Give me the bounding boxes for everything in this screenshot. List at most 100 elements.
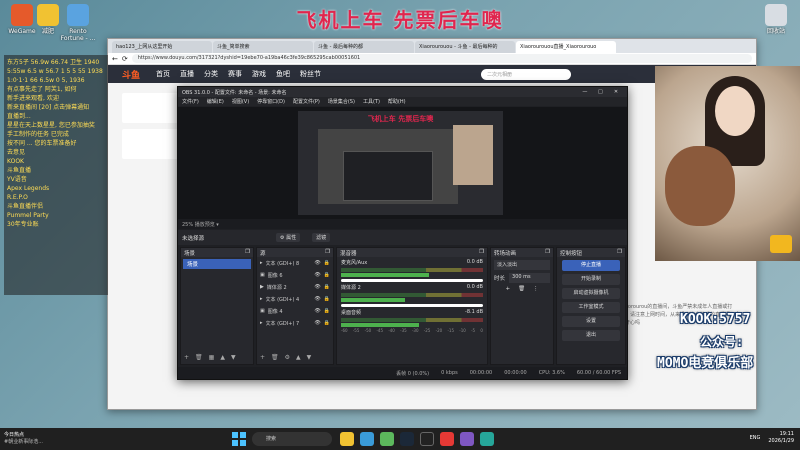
preview-obs: [343, 151, 433, 201]
close-button[interactable]: ✕: [609, 89, 623, 95]
virtual-camera-button[interactable]: 启动虚拟摄像机: [562, 288, 620, 299]
source-row[interactable]: ▸ 文本 (GDI+) 4 👁 🔒: [257, 293, 333, 305]
chat-overlay: 东方5子 56.9w 66.74 卫生 1940 5:55w 6.5 w 56.…: [4, 55, 108, 295]
chat-line: 斗鱼直播: [7, 167, 32, 174]
trash-icon[interactable]: 🗑: [271, 354, 279, 361]
source-row[interactable]: ▣ 图像 4 👁 🔒: [257, 305, 333, 317]
filter-icon[interactable]: ▦: [209, 354, 215, 361]
add-icon[interactable]: +: [184, 354, 189, 361]
nav-item[interactable]: 游戏: [252, 69, 266, 79]
menu-tools[interactable]: 工具(T): [363, 98, 380, 105]
dock-float-icon[interactable]: ❐: [617, 249, 622, 256]
settings-button[interactable]: 设置: [562, 316, 620, 327]
browser-tab-active[interactable]: Xiaorourouou直播_Xiaorourouo: [516, 41, 616, 53]
dropped-frames: 丢帧 0 (0.0%): [396, 370, 430, 377]
browser-tab[interactable]: hao123_上网从这里开始: [112, 41, 212, 53]
nav-item[interactable]: 赛事: [228, 69, 242, 79]
browser-tab[interactable]: 斗鱼_简单搜索: [213, 41, 313, 53]
scene-item[interactable]: 场景: [183, 259, 251, 269]
source-row[interactable]: ▸ 文本 (GDI+) 8 👁 🔒: [257, 257, 333, 269]
edge-icon[interactable]: [360, 432, 374, 446]
zoom-bar[interactable]: 25% 播放预览 ▾: [178, 219, 627, 229]
nav-item[interactable]: 分类: [204, 69, 218, 79]
desktop-icon-rento[interactable]: Rento Fortune - ...: [60, 4, 96, 42]
volume-slider[interactable]: [341, 279, 483, 282]
arrow-up-icon[interactable]: ▲: [220, 354, 225, 361]
refresh-icon[interactable]: ⟳: [122, 55, 128, 63]
dock-float-icon[interactable]: ❐: [245, 249, 250, 256]
dock-float-icon[interactable]: ❐: [545, 249, 550, 256]
lang-indicator[interactable]: ENG: [750, 435, 761, 442]
source-row[interactable]: ▸ 文本 (GDI+) 7 👁 🔒: [257, 317, 333, 329]
douyu-icon[interactable]: [440, 432, 454, 446]
douyu-logo[interactable]: 斗鱼: [122, 68, 140, 81]
source-row[interactable]: ▶ 媒体源 2 👁 🔒: [257, 281, 333, 293]
studio-mode-button[interactable]: 工作室模式: [562, 302, 620, 313]
wechat-icon[interactable]: [380, 432, 394, 446]
address-bar[interactable]: https://www.douyu.com/317321?dyshid=19eb…: [131, 54, 752, 63]
scenes-dock: 场景 ❐ 场景 + 🗑 ▦ ▲ ▼: [180, 247, 254, 365]
browser-tab[interactable]: 斗鱼 - 最后每种的都: [314, 41, 414, 53]
mixer-scale-tick: -10: [459, 328, 466, 333]
chat-line: 5:55w 6.5 w 56.7 1 5 5 55 1938: [7, 68, 103, 75]
desktop-icon-recycle-bin[interactable]: 回收站: [758, 4, 794, 35]
windows-start-icon[interactable]: [232, 432, 246, 446]
fps: 60.00 / 60.00 FPS: [576, 370, 621, 376]
nav-item[interactable]: 鱼吧: [276, 69, 290, 79]
trash-icon[interactable]: 🗑: [195, 354, 203, 361]
add-icon[interactable]: +: [260, 354, 265, 361]
side-card[interactable]: [122, 129, 178, 159]
steam-icon[interactable]: [400, 432, 414, 446]
news-widget[interactable]: 今日热点 #朝业新事际浩...: [0, 432, 80, 446]
menu-edit[interactable]: 编辑(E): [207, 98, 224, 105]
chat-line: Apex Legends: [7, 185, 50, 192]
menu-view[interactable]: 视图(V): [232, 98, 249, 105]
gear-icon[interactable]: ⚙: [285, 354, 290, 361]
kook-icon[interactable]: [460, 432, 474, 446]
menu-docks[interactable]: 停靠窗口(D): [257, 98, 285, 105]
menu-help[interactable]: 帮助(H): [388, 98, 406, 105]
nav-item[interactable]: 粉丝节: [300, 69, 321, 79]
nav-item[interactable]: 首页: [156, 69, 170, 79]
exit-button[interactable]: 退出: [562, 330, 620, 341]
nav-item[interactable]: 直播: [180, 69, 194, 79]
menu-profile[interactable]: 配置文件(P): [293, 98, 320, 105]
menu-scene-collection[interactable]: 场景集合(S): [328, 98, 355, 105]
dock-float-icon[interactable]: ❐: [479, 249, 484, 256]
side-card[interactable]: [122, 93, 178, 123]
taskbar-search[interactable]: 搜索: [252, 432, 332, 446]
app-icon[interactable]: [480, 432, 494, 446]
start-recording-button[interactable]: 开始录制: [562, 274, 620, 285]
browser-tab[interactable]: Xiaorourouou - 斗鱼 - 最后每种的: [415, 41, 515, 53]
back-icon[interactable]: ←: [112, 55, 118, 63]
eye-icon: 👁: [314, 320, 321, 326]
chat-line: 星星在天上数星星, 您已参加抽奖: [7, 122, 95, 129]
obs-icon[interactable]: [420, 432, 434, 446]
arrow-up-icon[interactable]: ▲: [296, 354, 301, 361]
transition-select[interactable]: 淡入淡出: [494, 260, 550, 270]
add-icon[interactable]: +: [505, 286, 510, 292]
filters-button[interactable]: 滤镜: [312, 233, 331, 242]
taskbar-apps: [340, 432, 494, 446]
mixer-scale-tick: -45: [376, 328, 384, 333]
site-search-input[interactable]: 二次元相册: [481, 68, 572, 80]
chat-line: 东方5子 56.9w 66.74 卫生 1940: [7, 59, 100, 66]
volume-slider[interactable]: [341, 304, 483, 307]
trash-icon[interactable]: 🗑: [518, 286, 525, 292]
obs-preview[interactable]: 飞机上车 先票后车噢: [178, 107, 627, 219]
explorer-icon[interactable]: [340, 432, 354, 446]
mixer-scale-tick: -35: [400, 328, 407, 333]
properties-button[interactable]: ⚙ 属性: [276, 233, 301, 242]
menu-dots-icon[interactable]: ⋮: [533, 286, 539, 292]
stop-streaming-button[interactable]: 停止直播: [562, 260, 620, 271]
text-icon: ▸: [260, 320, 263, 326]
dock-float-icon[interactable]: ❐: [325, 249, 330, 256]
arrow-down-icon[interactable]: ▼: [307, 354, 312, 361]
maximize-button[interactable]: □: [593, 89, 607, 95]
clock[interactable]: 19:11 2026/1/29: [768, 431, 794, 445]
minimize-button[interactable]: —: [578, 89, 592, 95]
arrow-down-icon[interactable]: ▼: [231, 354, 236, 361]
duration-input[interactable]: 300 ms: [509, 273, 550, 283]
menu-file[interactable]: 文件(F): [182, 98, 199, 105]
source-row[interactable]: ▣ 图像 6 👁 🔒: [257, 269, 333, 281]
